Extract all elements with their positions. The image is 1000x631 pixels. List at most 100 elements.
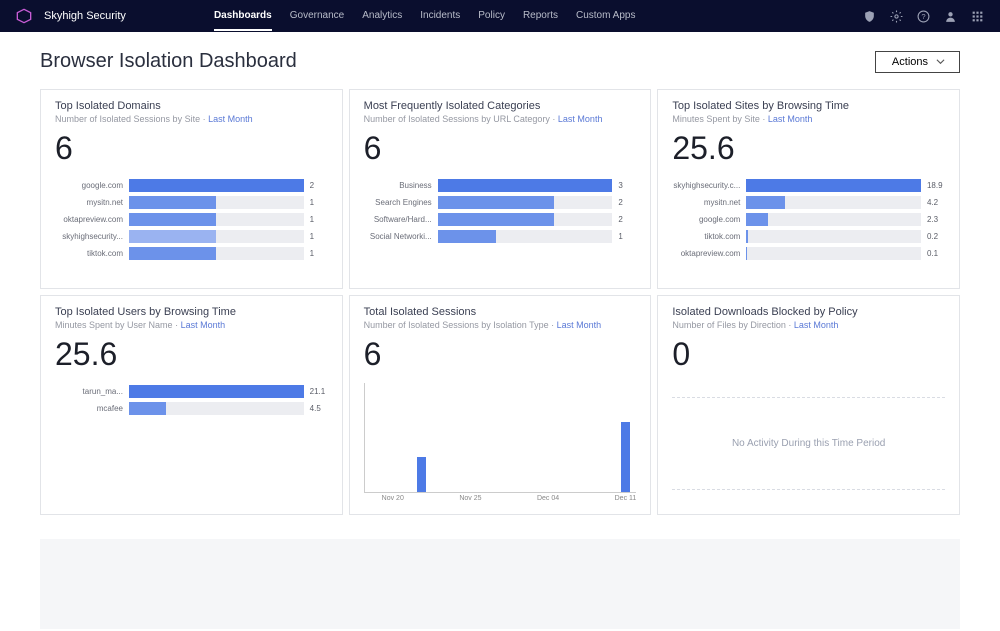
nav-incidents[interactable]: Incidents	[420, 2, 460, 31]
navbar-right: ?	[863, 10, 984, 23]
bar-value: 1	[308, 215, 328, 224]
bar-row: Business3	[364, 177, 637, 194]
nav-dashboards[interactable]: Dashboards	[214, 2, 272, 31]
bar-track	[438, 179, 613, 192]
column-bar	[621, 422, 630, 492]
bar-label: oktapreview.com	[55, 215, 125, 224]
bar-value: 1	[308, 232, 328, 241]
bar-label: mcafee	[55, 404, 125, 413]
card-title: Top Isolated Users by Browsing Time	[55, 306, 328, 318]
card-title: Top Isolated Domains	[55, 100, 328, 112]
bar-label: skyhighsecurity.c...	[672, 181, 742, 190]
bar-row: tiktok.com1	[55, 245, 328, 262]
bar-track	[746, 230, 921, 243]
card-metric: 0	[672, 336, 945, 373]
bar-row: mcafee4.5	[55, 400, 328, 417]
bar-track	[129, 230, 304, 243]
bar-fill	[129, 213, 216, 226]
card-top-sites-time[interactable]: Top Isolated Sites by Browsing Time Minu…	[657, 89, 960, 289]
x-tick: Nov 20	[382, 495, 404, 502]
bar-label: mysitn.net	[55, 198, 125, 207]
card-downloads-blocked[interactable]: Isolated Downloads Blocked by Policy Num…	[657, 295, 960, 515]
chart-top-domains: google.com2mysitn.net1oktapreview.com1sk…	[55, 177, 328, 262]
bar-value: 1	[308, 198, 328, 207]
bar-track	[746, 213, 921, 226]
card-metric: 6	[364, 130, 637, 167]
chart-x-axis: Nov 20Nov 25Dec 04Dec 11	[364, 495, 637, 502]
card-title: Most Frequently Isolated Categories	[364, 100, 637, 112]
x-tick: Dec 04	[537, 495, 559, 502]
shield-icon[interactable]	[863, 10, 876, 23]
bar-fill	[129, 230, 216, 243]
bar-row: mysitn.net4.2	[672, 194, 945, 211]
bar-track	[438, 213, 613, 226]
top-navbar: Skyhigh Security Dashboards Governance Ana…	[0, 0, 1000, 32]
bar-track	[129, 179, 304, 192]
bar-label: tarun_ma...	[55, 387, 125, 396]
column-bar	[417, 457, 426, 492]
nav-governance[interactable]: Governance	[290, 2, 344, 31]
chevron-down-icon	[936, 57, 945, 66]
card-subtitle: Number of Isolated Sessions by Isolation…	[364, 320, 637, 330]
bar-value: 0.1	[925, 249, 945, 258]
bar-row: oktapreview.com 1	[55, 211, 328, 228]
bar-value: 2	[616, 198, 636, 207]
bar-label: Search Engines	[364, 198, 434, 207]
bar-track	[438, 230, 613, 243]
bar-label: mysitn.net	[672, 198, 742, 207]
bar-fill	[746, 230, 748, 243]
card-total-sessions[interactable]: Total Isolated Sessions Number of Isolat…	[349, 295, 652, 515]
bar-track	[129, 213, 304, 226]
x-tick: Nov 25	[459, 495, 481, 502]
bar-label: google.com	[55, 181, 125, 190]
apps-grid-icon[interactable]	[971, 10, 984, 23]
bar-label: tiktok.com	[672, 232, 742, 241]
bar-label: tiktok.com	[55, 249, 125, 258]
bottom-panel	[40, 539, 960, 629]
bar-row: skyhighsecurity... 1	[55, 228, 328, 245]
gear-icon[interactable]	[890, 10, 903, 23]
bar-label: skyhighsecurity...	[55, 232, 125, 241]
bar-row: oktapreview.com0.1	[672, 245, 945, 262]
bar-track	[129, 385, 304, 398]
bar-track	[129, 402, 304, 415]
card-top-users-time[interactable]: Top Isolated Users by Browsing Time Minu…	[40, 295, 343, 515]
bar-row: tiktok.com 0.2	[672, 228, 945, 245]
nav-analytics[interactable]: Analytics	[362, 2, 402, 31]
actions-label: Actions	[892, 56, 928, 68]
chart-total-sessions	[364, 383, 637, 493]
chart-top-sites-time: skyhighsecurity.c...18.9mysitn.net4.2goo…	[672, 177, 945, 262]
bar-fill	[129, 385, 304, 398]
bar-row: Software/Hard...2	[364, 211, 637, 228]
chart-top-categories: Business3 Search Engines 2 Software/Hard...…	[364, 177, 637, 245]
page-title: Browser Isolation Dashboard	[40, 50, 297, 73]
card-subtitle: Minutes Spent by User Name · Last Month	[55, 320, 328, 330]
bar-fill	[129, 179, 304, 192]
card-subtitle: Minutes Spent by Site · Last Month	[672, 114, 945, 124]
help-icon[interactable]: ?	[917, 10, 930, 23]
bar-fill	[746, 213, 767, 226]
logo-icon	[16, 8, 32, 24]
card-title: Top Isolated Sites by Browsing Time	[672, 100, 945, 112]
card-metric: 6	[364, 336, 637, 373]
bar-track	[129, 247, 304, 260]
page-header: Browser Isolation Dashboard Actions	[0, 32, 1000, 83]
card-subtitle: Number of Files by Direction · Last Mont…	[672, 320, 945, 330]
nav-reports[interactable]: Reports	[523, 2, 558, 31]
bar-value: 2.3	[925, 215, 945, 224]
bar-track	[746, 247, 921, 260]
bar-fill	[129, 196, 216, 209]
brand-name: Skyhigh Security	[44, 10, 126, 22]
nav-custom-apps[interactable]: Custom Apps	[576, 2, 635, 31]
card-title: Total Isolated Sessions	[364, 306, 637, 318]
chart-top-users-time: tarun_ma...21.1mcafee4.5	[55, 383, 328, 417]
bar-track	[129, 196, 304, 209]
dashboard-grid: Top Isolated Domains Number of Isolated …	[0, 83, 1000, 535]
actions-button[interactable]: Actions	[875, 51, 960, 73]
user-icon[interactable]	[944, 10, 957, 23]
card-top-domains[interactable]: Top Isolated Domains Number of Isolated …	[40, 89, 343, 289]
bar-value: 0.2	[925, 232, 945, 241]
card-top-categories[interactable]: Most Frequently Isolated Categories Numb…	[349, 89, 652, 289]
nav-policy[interactable]: Policy	[478, 2, 505, 31]
bar-fill	[746, 247, 747, 260]
